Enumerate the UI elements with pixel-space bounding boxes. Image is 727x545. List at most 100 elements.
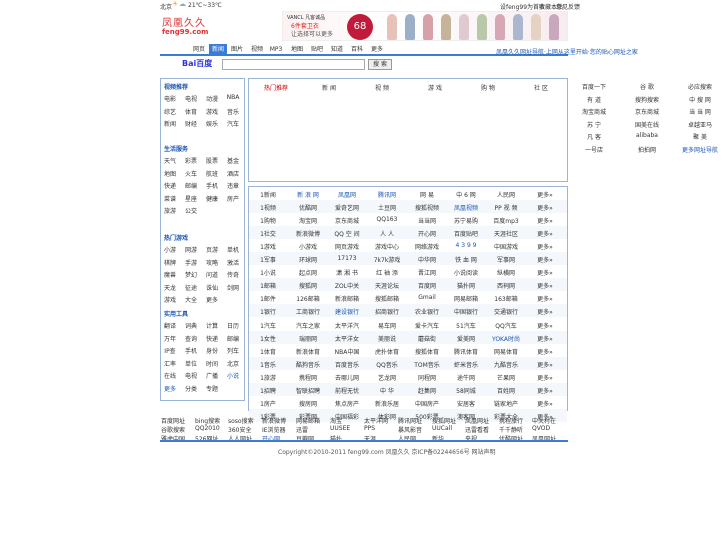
- table-cell-link[interactable]: 瑞丽网: [288, 334, 328, 343]
- left-link[interactable]: 小游: [160, 245, 180, 254]
- left-link[interactable]: 激活: [223, 258, 243, 267]
- footer-link[interactable]: 谷歌搜索: [161, 425, 185, 434]
- table-cell-link[interactable]: 搜狐邮箱: [367, 294, 407, 303]
- table-cell-link[interactable]: 1体育: [248, 347, 288, 356]
- recommend-tab[interactable]: 购 物: [473, 83, 503, 92]
- left-link[interactable]: 分类: [181, 384, 201, 393]
- left-link[interactable]: 传奇: [223, 270, 243, 279]
- table-cell-link[interactable]: 17173: [327, 255, 367, 262]
- left-link[interactable]: 小说: [223, 371, 243, 380]
- footer-link[interactable]: IE浏览器: [262, 425, 286, 434]
- table-cell-link[interactable]: 网 易: [407, 190, 447, 199]
- left-link[interactable]: 天龙: [160, 283, 180, 292]
- table-cell-link[interactable]: 赶集网: [407, 386, 447, 395]
- table-cell-link[interactable]: 1邮件: [248, 294, 288, 303]
- table-cell-link[interactable]: 更多»: [525, 399, 565, 408]
- table-cell-link[interactable]: 美丽说: [367, 334, 407, 343]
- table-cell-link[interactable]: 中国银行: [446, 307, 486, 316]
- table-cell-link[interactable]: 1招聘: [248, 386, 288, 395]
- table-cell-link[interactable]: 人 人: [367, 229, 407, 238]
- table-cell-link[interactable]: NBA中国: [327, 347, 367, 356]
- table-cell-link[interactable]: 搜狐体育: [407, 347, 447, 356]
- banner-ad[interactable]: VANCL 凡客诚品 6件套卫衣 让选择可以更多 68: [282, 11, 568, 41]
- footer-link[interactable]: 淘宝: [330, 416, 342, 425]
- left-link[interactable]: 日历: [223, 321, 243, 330]
- table-cell-link[interactable]: 更多»: [525, 386, 565, 395]
- table-cell-link[interactable]: 晋江网: [407, 268, 447, 277]
- left-link[interactable]: 游戏: [160, 295, 180, 304]
- footer-link[interactable]: 百度网址: [161, 416, 185, 425]
- table-cell-link[interactable]: 凤凰网: [327, 190, 367, 199]
- table-cell-link[interactable]: 中国游戏: [486, 242, 526, 251]
- table-cell-link[interactable]: 百度网: [407, 281, 447, 290]
- left-link[interactable]: 征途: [181, 283, 201, 292]
- left-link[interactable]: 攻略: [202, 258, 222, 267]
- table-cell-link[interactable]: QQ音乐: [367, 360, 407, 369]
- recommend-tab[interactable]: 新 闻: [314, 83, 344, 92]
- footer-link[interactable]: 携程旅行: [499, 416, 523, 425]
- left-link[interactable]: 违章: [223, 181, 243, 190]
- left-link[interactable]: 快递: [160, 181, 180, 190]
- left-link[interactable]: 邮编: [223, 334, 243, 343]
- table-cell-link[interactable]: 新浪乐居: [367, 399, 407, 408]
- table-cell-link[interactable]: 新 浪 网: [288, 190, 328, 199]
- table-cell-link[interactable]: 农业银行: [407, 307, 447, 316]
- left-link[interactable]: 梦幻: [181, 270, 201, 279]
- footer-link[interactable]: 迅雷: [296, 425, 308, 434]
- right-link[interactable]: 凡 客: [574, 132, 614, 141]
- left-link[interactable]: 查询: [181, 334, 201, 343]
- table-cell-link[interactable]: YOKA时尚: [486, 334, 526, 343]
- table-cell-link[interactable]: QQ 空 间: [327, 229, 367, 238]
- left-link[interactable]: 北京: [223, 359, 243, 368]
- table-cell-link[interactable]: 百姓网: [486, 386, 526, 395]
- table-cell-link[interactable]: 更多»: [525, 242, 565, 251]
- table-cell-link[interactable]: 太平洋汽: [327, 321, 367, 330]
- table-cell-link[interactable]: 小说阅读: [446, 268, 486, 277]
- right-link[interactable]: 百度一下: [574, 82, 614, 91]
- left-link[interactable]: 公交: [181, 206, 201, 215]
- table-cell-link[interactable]: 起点网: [288, 268, 328, 277]
- footer-link[interactable]: 暴风影音: [398, 425, 422, 434]
- left-link[interactable]: 综艺: [160, 107, 180, 116]
- left-link[interactable]: 列车: [223, 346, 243, 355]
- site-logo[interactable]: 凤凰久久 feng99.com: [162, 14, 208, 38]
- footer-link[interactable]: UUSEE: [330, 425, 350, 432]
- table-cell-link[interactable]: 1房产: [248, 399, 288, 408]
- left-link[interactable]: 剑网: [223, 283, 243, 292]
- table-cell-link[interactable]: 更多»: [525, 190, 565, 199]
- table-cell-link[interactable]: 网易体育: [486, 347, 526, 356]
- table-cell-link[interactable]: 前程无忧: [327, 386, 367, 395]
- table-cell-link[interactable]: 1女性: [248, 334, 288, 343]
- right-link[interactable]: 卓越亚马: [680, 120, 720, 129]
- table-cell-link[interactable]: 西祠网: [486, 281, 526, 290]
- left-link[interactable]: 在线: [160, 371, 180, 380]
- table-cell-link[interactable]: 铁 血 网: [446, 255, 486, 264]
- table-cell-link[interactable]: 4 3 9 9: [446, 242, 486, 249]
- left-link[interactable]: 航班: [202, 169, 222, 178]
- right-link[interactable]: 搜狗搜索: [627, 95, 667, 104]
- table-cell-link[interactable]: 同程网: [407, 373, 447, 382]
- search-button[interactable]: 搜 索: [368, 59, 392, 70]
- table-cell-link[interactable]: 1音乐: [248, 360, 288, 369]
- table-cell-link[interactable]: 游戏中心: [367, 242, 407, 251]
- table-cell-link[interactable]: 1小说: [248, 268, 288, 277]
- table-cell-link[interactable]: 1军事: [248, 255, 288, 264]
- city-label[interactable]: 北京: [160, 2, 172, 11]
- table-cell-link[interactable]: 链家地产: [486, 399, 526, 408]
- recommend-tab[interactable]: 社 区: [526, 83, 556, 92]
- right-link[interactable]: 谷 歌: [627, 82, 667, 91]
- left-link[interactable]: 汽车: [223, 119, 243, 128]
- table-cell-link[interactable]: 虾米音乐: [446, 360, 486, 369]
- left-link[interactable]: 火车: [181, 169, 201, 178]
- table-cell-link[interactable]: 九酷音乐: [486, 360, 526, 369]
- table-cell-link[interactable]: 携程网: [288, 373, 328, 382]
- table-cell-link[interactable]: 百度mp3: [486, 216, 526, 225]
- footer-link[interactable]: 中关村在: [532, 416, 556, 425]
- table-cell-link[interactable]: 1游戏: [248, 242, 288, 251]
- left-link[interactable]: 地图: [160, 169, 180, 178]
- left-link[interactable]: 更多: [160, 384, 180, 393]
- table-cell-link[interactable]: 天涯论坛: [367, 281, 407, 290]
- footer-link[interactable]: 千千静听: [499, 425, 523, 434]
- left-link[interactable]: 电视: [181, 371, 201, 380]
- table-cell-link[interactable]: 焦点房产: [327, 399, 367, 408]
